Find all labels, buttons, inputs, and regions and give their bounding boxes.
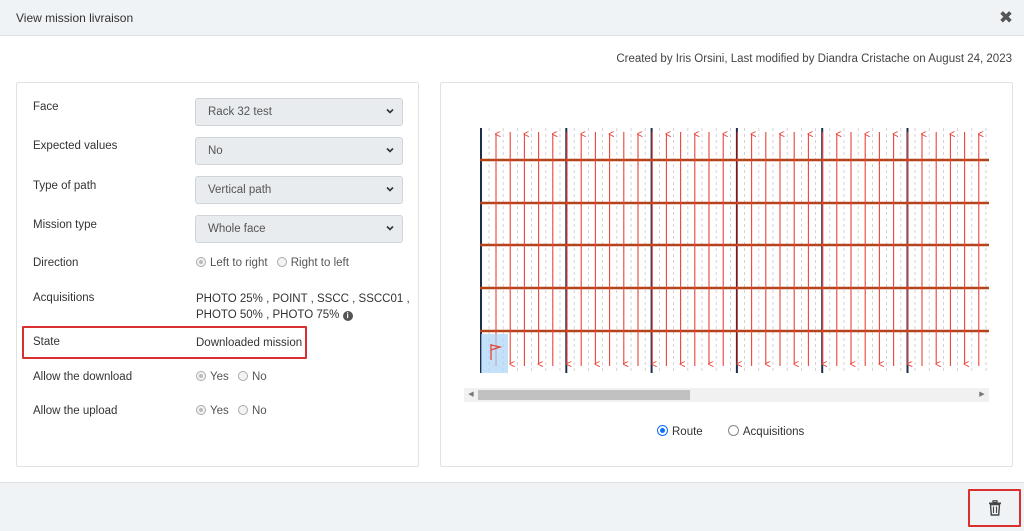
expected-values-select[interactable]: No bbox=[195, 137, 403, 165]
mission-details-panel: Face Rack 32 test Expected values No Typ… bbox=[16, 82, 419, 467]
scroll-thumb[interactable] bbox=[478, 390, 690, 400]
acquisitions-line-2-text: PHOTO 50% , PHOTO 75% bbox=[196, 309, 340, 321]
horizontal-scrollbar[interactable]: ◀ ▶ bbox=[464, 388, 989, 402]
modal-footer bbox=[0, 482, 1024, 531]
chevron-down-icon bbox=[386, 108, 394, 114]
allow-download-label: Allow the download bbox=[33, 371, 133, 383]
allow-upload-option-label: No bbox=[251, 405, 267, 417]
acquisitions-line-1: PHOTO 25% , POINT , SSCC , SSCC01 , bbox=[196, 293, 410, 305]
chevron-down-icon bbox=[386, 147, 394, 153]
radio-icon bbox=[657, 425, 668, 436]
mission-modal: View mission livraison ✖ Created by Iris… bbox=[0, 0, 1024, 531]
allow-download-yes-option[interactable]: Yes bbox=[196, 371, 229, 383]
close-icon[interactable]: ✖ bbox=[996, 8, 1016, 28]
view-mode-toggle: Route Acquisitions bbox=[657, 425, 804, 438]
radio-icon bbox=[196, 257, 206, 267]
modal-header: View mission livraison ✖ bbox=[0, 0, 1024, 36]
acquisitions-value: PHOTO 25% , POINT , SSCC , SSCC01 , PHOT… bbox=[196, 291, 410, 323]
view-acquisitions-option[interactable]: Acquisitions bbox=[727, 425, 805, 438]
direction-option-label: Right to left bbox=[290, 257, 349, 269]
direction-option-label: Left to right bbox=[210, 257, 268, 269]
direction-right-to-left-option[interactable]: Right to left bbox=[276, 257, 349, 269]
allow-download-option-label: No bbox=[251, 371, 267, 383]
allow-upload-yes-option[interactable]: Yes bbox=[196, 405, 229, 417]
expected-values-label: Expected values bbox=[33, 140, 118, 152]
chevron-down-icon bbox=[386, 225, 394, 231]
modal-title: View mission livraison bbox=[16, 11, 134, 25]
mission-type-label: Mission type bbox=[33, 219, 97, 231]
radio-icon bbox=[237, 405, 248, 415]
allow-upload-option-label: Yes bbox=[210, 405, 229, 417]
created-modified-info: Created by Iris Orsini, Last modified by… bbox=[616, 53, 1012, 65]
view-option-label: Route bbox=[672, 426, 703, 438]
radio-icon bbox=[237, 371, 248, 381]
allow-upload-radio-group: Yes No bbox=[196, 405, 273, 417]
allow-upload-no-option[interactable]: No bbox=[237, 405, 267, 417]
direction-left-to-right-option[interactable]: Left to right bbox=[196, 257, 268, 269]
delete-button[interactable] bbox=[968, 489, 1021, 527]
type-of-path-label: Type of path bbox=[33, 180, 97, 192]
chevron-down-icon bbox=[386, 186, 394, 192]
mission-type-select-value: Whole face bbox=[208, 223, 266, 235]
allow-download-radio-group: Yes No bbox=[196, 371, 273, 383]
type-of-path-select[interactable]: Vertical path bbox=[195, 176, 403, 204]
acquisitions-line-2: PHOTO 50% , PHOTO 75% i bbox=[196, 307, 410, 323]
radio-icon bbox=[196, 405, 206, 415]
face-label: Face bbox=[33, 101, 59, 113]
route-grid-svg bbox=[480, 128, 989, 373]
direction-label: Direction bbox=[33, 257, 79, 269]
mission-type-select[interactable]: Whole face bbox=[195, 215, 403, 243]
scroll-right-icon[interactable]: ▶ bbox=[975, 388, 989, 402]
expected-values-select-value: No bbox=[208, 145, 223, 157]
view-option-label: Acquisitions bbox=[742, 426, 805, 438]
radio-icon bbox=[276, 257, 287, 267]
face-select[interactable]: Rack 32 test bbox=[195, 98, 403, 126]
radio-icon bbox=[727, 425, 739, 436]
state-highlight-box bbox=[22, 326, 307, 359]
allow-download-no-option[interactable]: No bbox=[237, 371, 267, 383]
trash-icon bbox=[989, 500, 1001, 516]
allow-upload-label: Allow the upload bbox=[33, 405, 118, 417]
view-route-option[interactable]: Route bbox=[657, 425, 703, 438]
acquisitions-label: Acquisitions bbox=[33, 292, 95, 304]
face-select-value: Rack 32 test bbox=[208, 106, 272, 118]
type-of-path-select-value: Vertical path bbox=[208, 184, 272, 196]
start-cell bbox=[481, 334, 508, 373]
scroll-left-icon[interactable]: ◀ bbox=[464, 388, 478, 402]
info-icon[interactable]: i bbox=[342, 311, 353, 321]
direction-radio-group: Left to right Right to left bbox=[196, 257, 355, 269]
route-grid[interactable] bbox=[480, 128, 989, 373]
allow-download-option-label: Yes bbox=[210, 371, 229, 383]
radio-icon bbox=[196, 371, 206, 381]
